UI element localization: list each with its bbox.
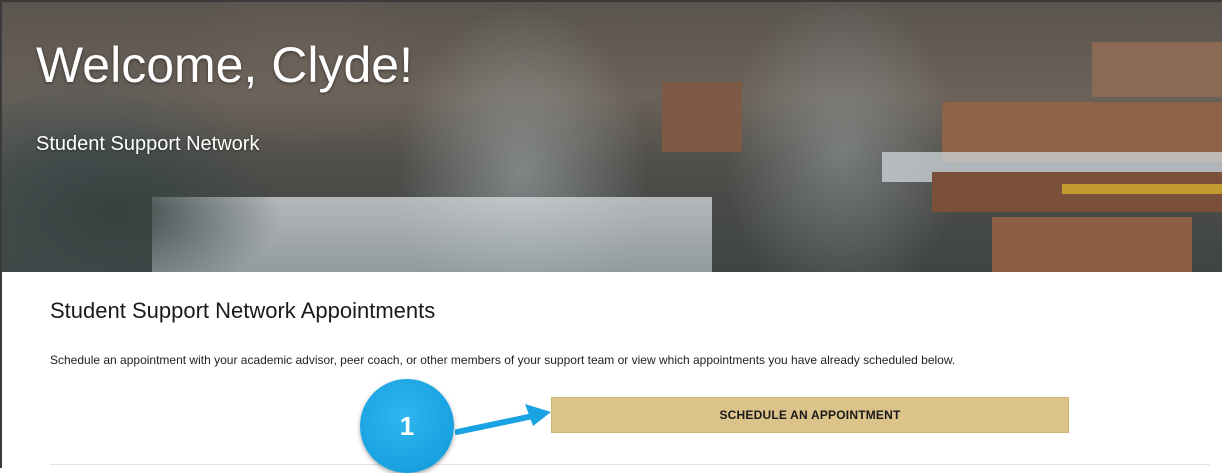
appointments-description: Schedule an appointment with your academ… — [50, 353, 956, 367]
arrow-right-icon — [455, 404, 551, 435]
appointments-heading: Student Support Network Appointments — [50, 298, 436, 323]
step-number-badge: 1 — [360, 379, 454, 473]
hero-title: Welcome, Clyde! — [36, 37, 413, 93]
schedule-appointment-button[interactable]: SCHEDULE AN APPOINTMENT — [551, 397, 1069, 433]
section-divider — [50, 464, 1210, 465]
hero-subtitle: Student Support Network — [36, 133, 260, 155]
hero-banner: Welcome, Clyde! Student Support Network — [2, 2, 1222, 272]
